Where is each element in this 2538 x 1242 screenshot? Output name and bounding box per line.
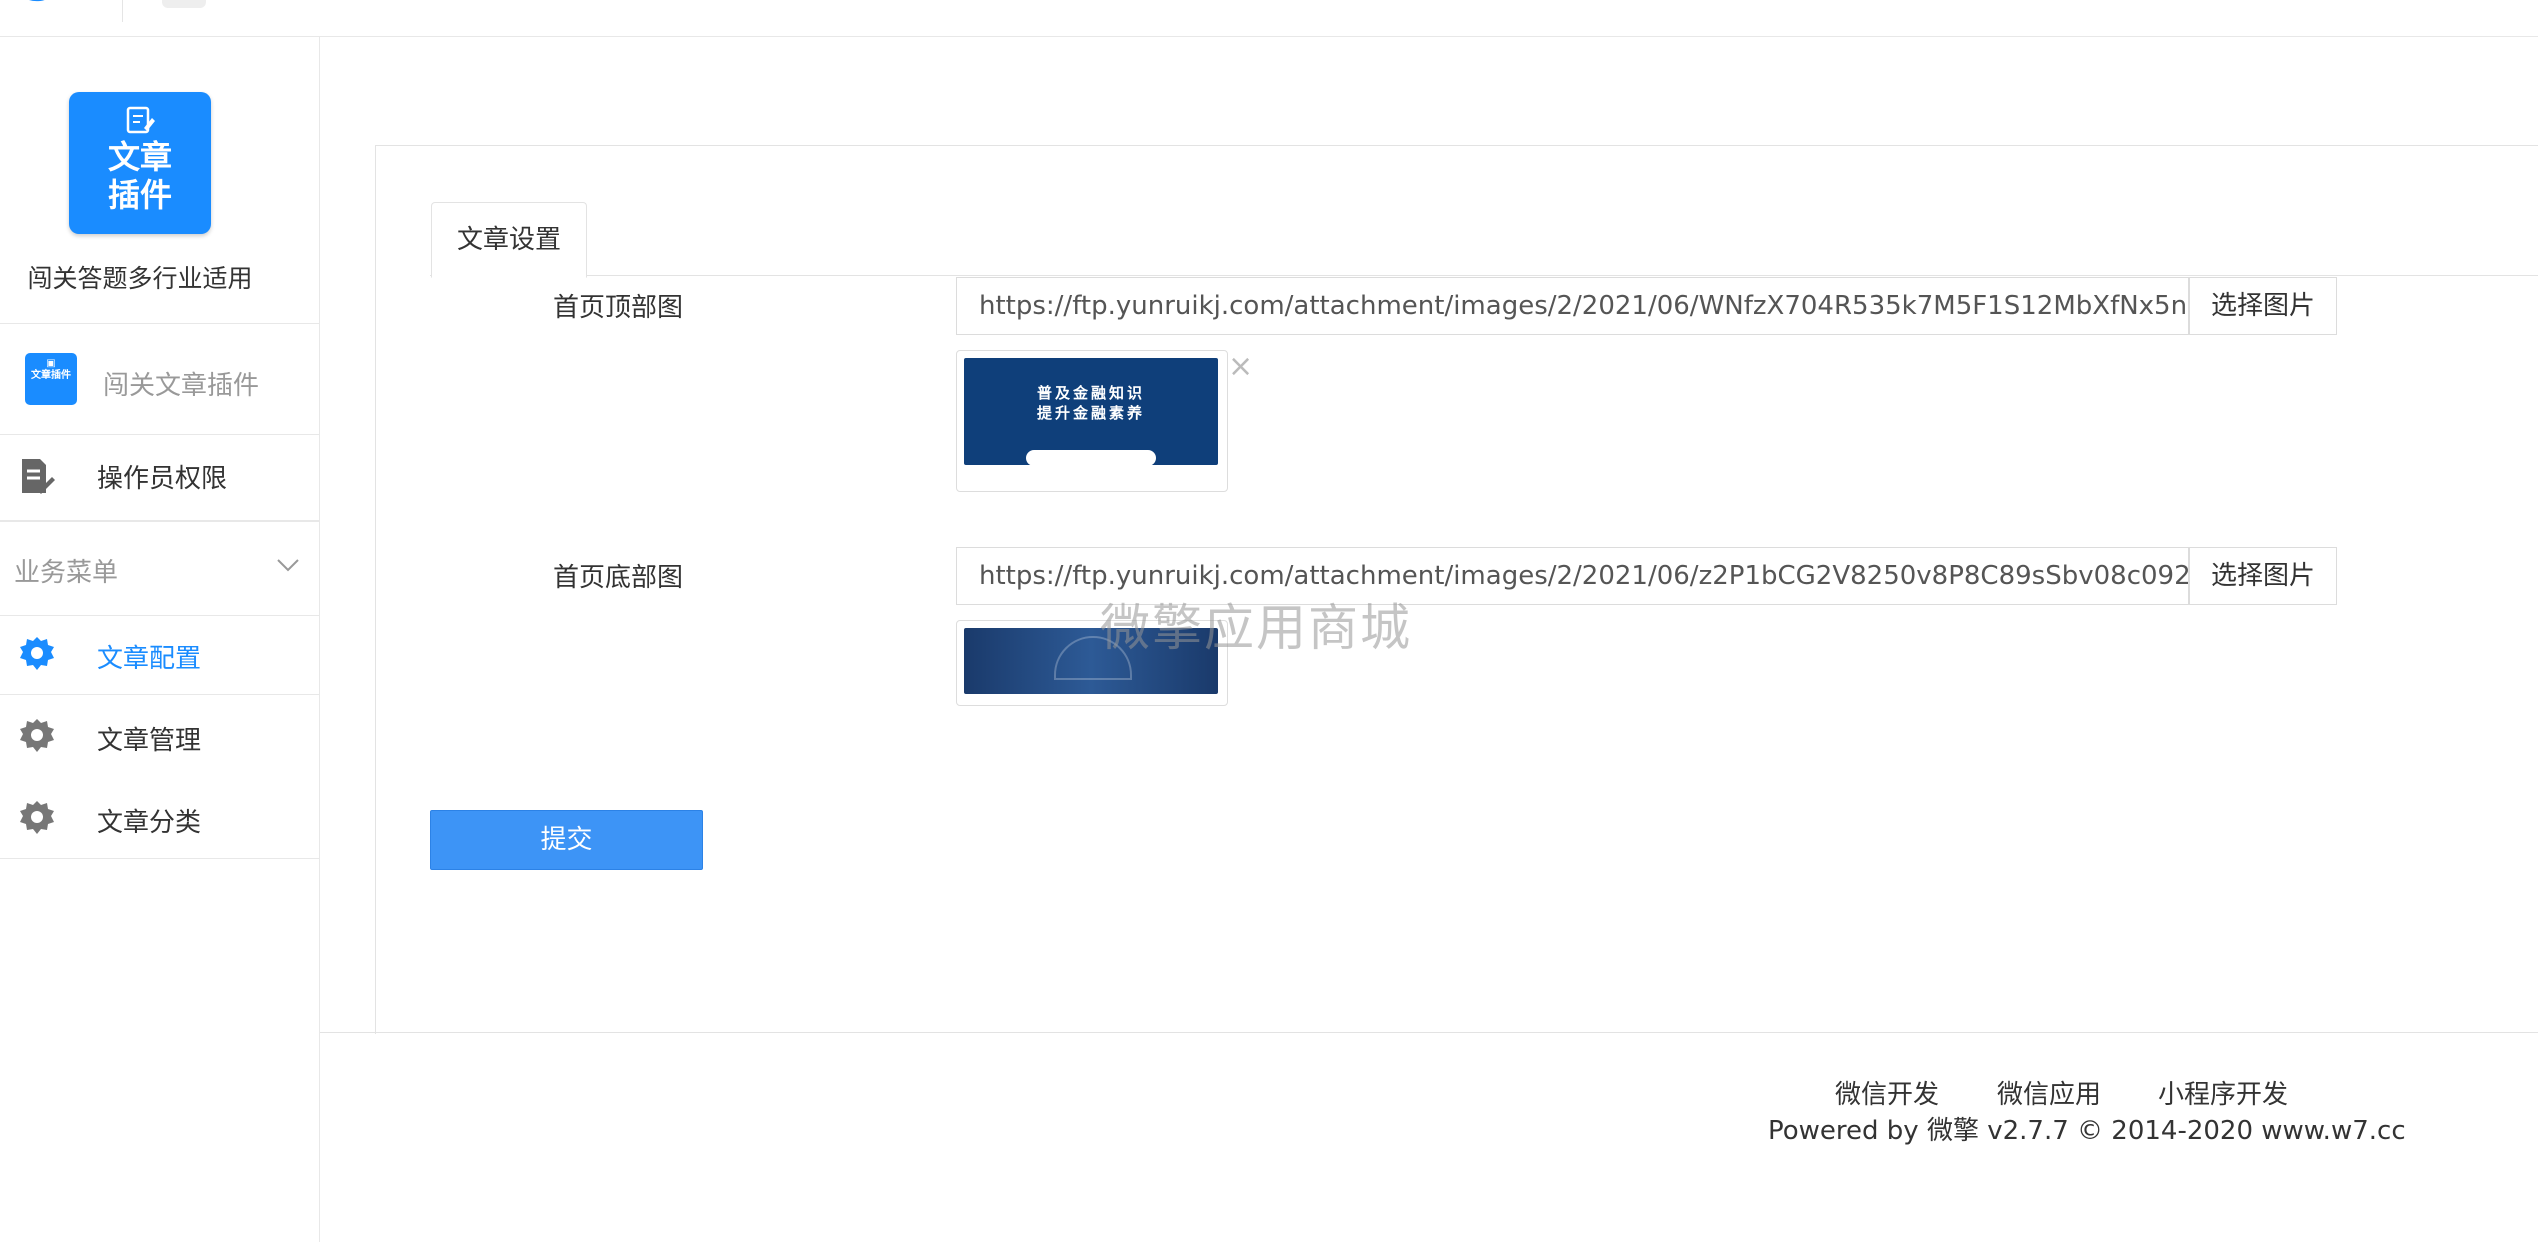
sidebar-section-label: 业务菜单 [14, 558, 119, 588]
top-image-select-button[interactable]: 选择图片 [2189, 277, 2337, 335]
sidebar-item-article-config-label: 文章配置 [97, 644, 202, 674]
chevron-down-icon [277, 559, 299, 572]
footer-link-wechat-app[interactable]: 微信应用 [1997, 1074, 2101, 1111]
banner-line2: 提升金融素养 [1036, 404, 1145, 422]
app-name: 闯关答题多行业适用 [27, 264, 253, 293]
top-menu-button[interactable] [162, 0, 206, 8]
footer-link-wechat-dev[interactable]: 微信开发 [1835, 1074, 1939, 1111]
document-edit-icon [126, 106, 155, 134]
app-icon-text-line2: 插件 [107, 176, 172, 214]
sidebar-item-article-manage[interactable]: 文章管理 [0, 695, 319, 775]
sidebar-item-article-category-label: 文章分类 [97, 808, 202, 838]
submit-button[interactable]: 提交 [430, 810, 703, 870]
remove-image-icon[interactable]: × [1228, 350, 1253, 384]
edit-doc-icon [22, 459, 55, 494]
top-bar [0, 0, 2538, 37]
sidebar-item-article-category[interactable]: 文章分类 [0, 776, 319, 859]
sidebar-item-article-config[interactable]: 文章配置 [0, 615, 319, 695]
gear-icon [20, 637, 54, 670]
sidebar: 文章 插件 闯关答题多行业适用 ▣ 文章插件 闯关文章插件 操作员权限 业务菜单 [0, 37, 320, 1242]
footer-link-miniprogram-dev[interactable]: 小程序开发 [2158, 1074, 2288, 1111]
gear-icon [20, 801, 54, 834]
gear-icon [20, 719, 54, 752]
sidebar-item-operator[interactable]: 操作员权限 [0, 435, 319, 521]
plugin-mini-doc-icon: ▣ [46, 358, 56, 369]
top-image-url-input[interactable]: https://ftp.yunruikj.com/attachment/imag… [956, 277, 2189, 335]
brand-logo-icon[interactable] [10, 0, 80, 23]
bottom-image-select-button[interactable]: 选择图片 [2189, 547, 2337, 605]
footer-divider [320, 1032, 2538, 1033]
watermark-text: 微擎应用商城 [1100, 599, 1412, 657]
sidebar-item-plugin-label: 闯关文章插件 [103, 371, 260, 401]
sidebar-item-plugin[interactable]: ▣ 文章插件 闯关文章插件 [0, 324, 319, 435]
tab-article-settings[interactable]: 文章设置 [431, 202, 587, 278]
sidebar-section-business[interactable]: 业务菜单 [0, 521, 319, 616]
app-icon-text-line1: 文章 [107, 138, 172, 176]
bottom-image-label: 首页底部图 [553, 563, 684, 593]
app-card: 文章 插件 闯关答题多行业适用 [0, 37, 319, 324]
banner-pill [1026, 450, 1156, 466]
plugin-mini-icon-text: 文章插件 [31, 370, 71, 381]
sidebar-item-article-manage-label: 文章管理 [97, 726, 202, 756]
plugin-mini-icon: ▣ 文章插件 [25, 353, 77, 405]
tab-divider [430, 275, 2538, 276]
top-image-label: 首页顶部图 [553, 293, 684, 323]
banner-line1: 普及金融知识 [1036, 384, 1145, 402]
app-icon[interactable]: 文章 插件 [69, 92, 211, 234]
top-divider [122, 0, 123, 22]
top-image-preview: 普及金融知识 提升金融素养 [956, 350, 1228, 492]
top-image-banner: 普及金融知识 提升金融素养 [964, 358, 1218, 466]
footer-powered-by: Powered by 微擎 v2.7.7 © 2014-2020 www.w7.… [1768, 1116, 2406, 1146]
sidebar-item-operator-label: 操作员权限 [97, 464, 228, 494]
